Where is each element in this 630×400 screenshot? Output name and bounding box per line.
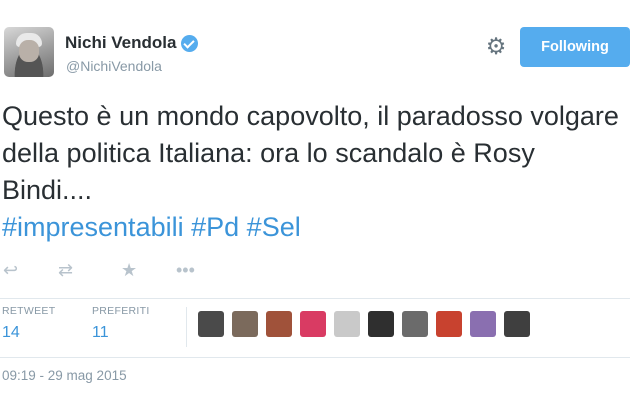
favoriter-avatar[interactable] <box>402 311 428 337</box>
retweet-count[interactable]: 14 <box>2 324 55 342</box>
gear-icon[interactable]: ⚙ <box>484 34 508 58</box>
tweet-text: Questo è un mondo capovolto, il paradoss… <box>2 101 619 205</box>
tweet-text-block: Questo è un mondo capovolto, il paradoss… <box>2 98 626 246</box>
favoriter-avatar[interactable] <box>368 311 394 337</box>
favorites-stat[interactable]: PREFERITI 11 <box>92 305 150 342</box>
favoriter-avatar[interactable] <box>232 311 258 337</box>
favorite-icon[interactable]: ★ <box>121 260 137 281</box>
following-button[interactable]: Following <box>520 27 630 67</box>
favoriter-avatar[interactable] <box>266 311 292 337</box>
favoriter-avatar[interactable] <box>504 311 530 337</box>
more-icon[interactable]: ••• <box>176 260 195 281</box>
name-row: Nichi Vendola <box>65 33 199 53</box>
tweet-header: Nichi Vendola @NichiVendola ⚙ Following <box>0 0 630 92</box>
retweet-label: RETWEET <box>2 305 56 317</box>
reply-icon[interactable]: ↩ <box>3 260 18 281</box>
favoriter-avatar[interactable] <box>436 311 462 337</box>
user-handle[interactable]: @NichiVendola <box>66 58 162 74</box>
favorites-count[interactable]: 11 <box>92 324 150 342</box>
favoriter-avatars <box>198 311 538 337</box>
tweet-stats: RETWEET 14 PREFERITI 11 <box>0 298 630 358</box>
hashtag-sel[interactable]: #Sel <box>247 212 301 242</box>
retweet-stat[interactable]: RETWEET 14 <box>2 305 55 342</box>
avatar[interactable] <box>4 27 54 77</box>
user-fullname[interactable]: Nichi Vendola <box>65 33 176 53</box>
favoriter-avatar[interactable] <box>198 311 224 337</box>
avatar-face <box>19 40 39 62</box>
favoriter-avatar[interactable] <box>300 311 326 337</box>
tweet-timestamp[interactable]: 09:19 - 29 mag 2015 <box>2 368 127 383</box>
retweet-icon[interactable]: ⇄ <box>58 260 73 281</box>
stats-divider <box>186 307 187 347</box>
hashtag-impresentabili[interactable]: #impresentabili <box>2 212 184 242</box>
hashtags: #impresentabili #Pd #Sel <box>2 209 626 246</box>
favoriter-avatar[interactable] <box>334 311 360 337</box>
favorites-label: PREFERITI <box>92 305 150 317</box>
favoriter-avatar[interactable] <box>470 311 496 337</box>
tweet-actions: ↩ ⇄ ★ ••• <box>0 260 300 286</box>
hashtag-pd[interactable]: #Pd <box>191 212 239 242</box>
verified-badge-icon <box>181 34 199 52</box>
